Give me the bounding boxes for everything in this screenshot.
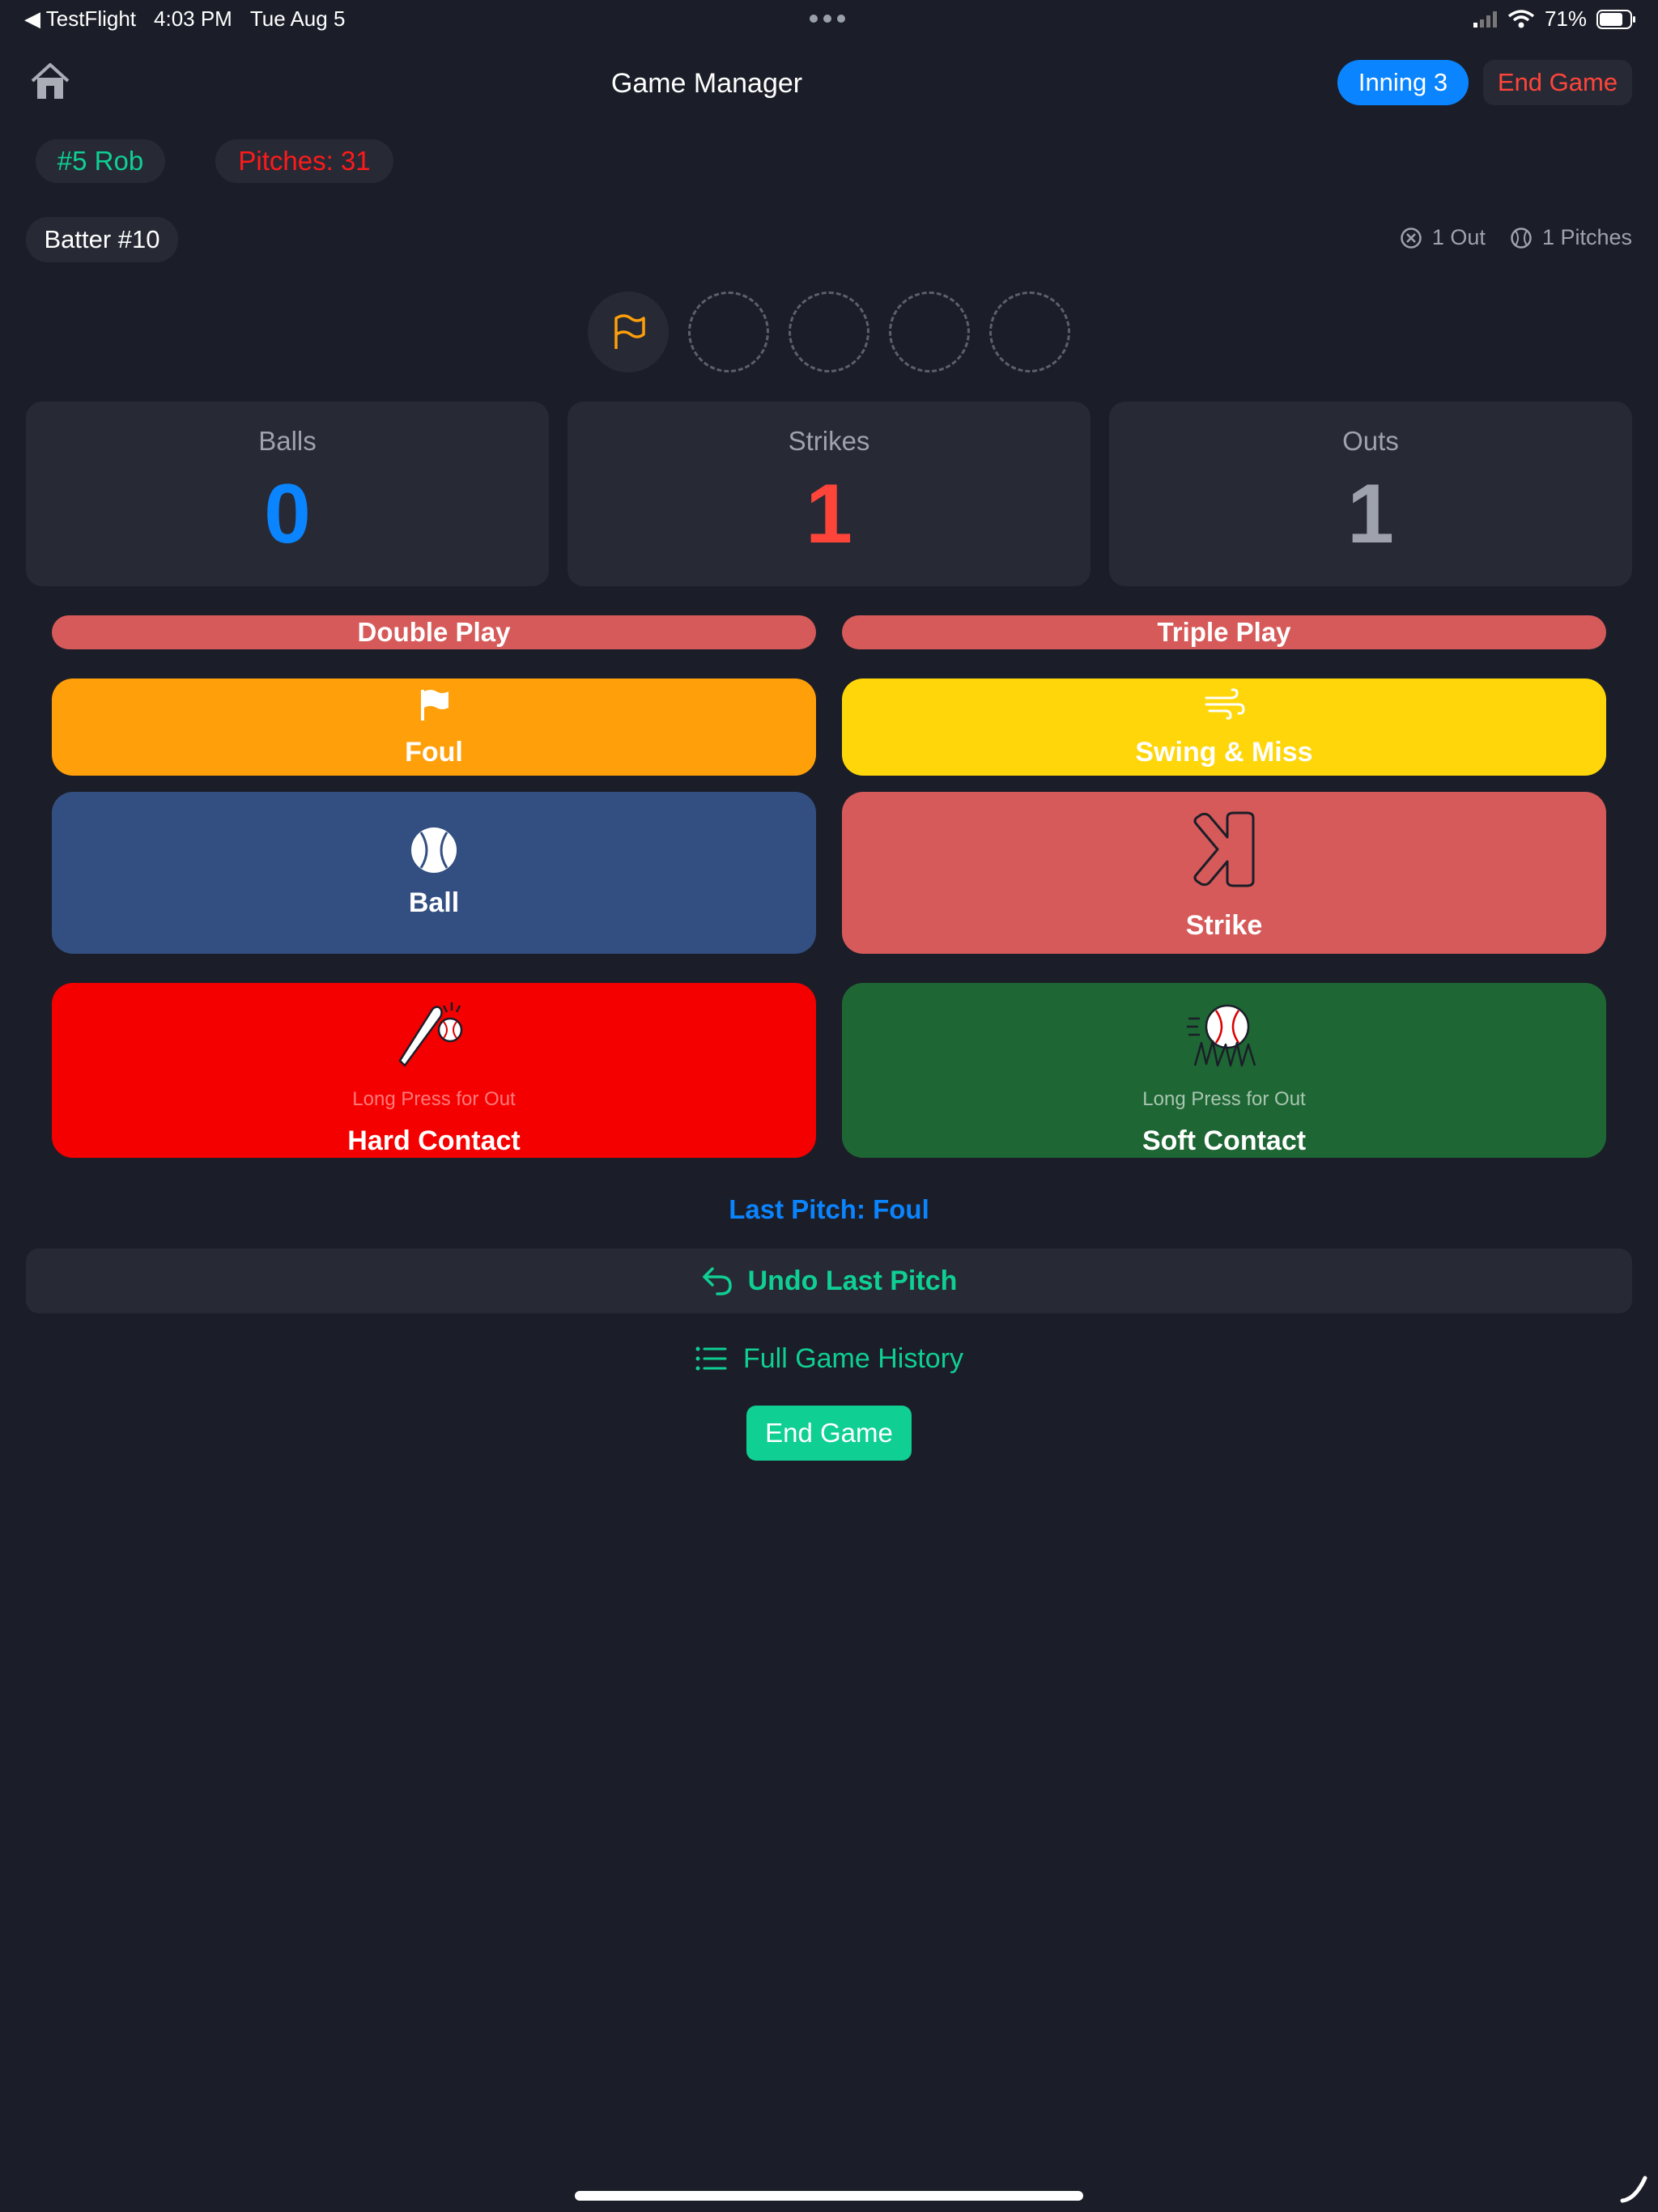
ball-button[interactable]: Ball	[52, 792, 816, 954]
swing-miss-button[interactable]: Swing & Miss	[842, 678, 1606, 776]
soft-contact-button[interactable]: Long Press for Out Soft Contact	[842, 983, 1606, 1158]
triple-play-label: Triple Play	[1157, 617, 1291, 647]
flag-icon	[614, 314, 645, 349]
balls-count: 0	[264, 467, 311, 561]
strikes-count: 1	[806, 467, 852, 561]
status-date: Tue Aug 5	[249, 6, 346, 31]
pitch-slot-1	[588, 291, 669, 372]
batter-pitches: 1 Pitches	[1541, 225, 1632, 249]
pitch-slot-5	[989, 291, 1070, 372]
history-label: Full Game History	[742, 1342, 964, 1374]
strikes-card: Strikes 1	[568, 402, 1090, 586]
swing-miss-label: Swing & Miss	[1135, 737, 1313, 768]
baseball-outline-icon	[1511, 227, 1532, 249]
end-game-button[interactable]: End Game	[746, 1406, 912, 1461]
wind-icon	[1205, 688, 1245, 720]
pitch-slot-4	[889, 291, 970, 372]
foul-button[interactable]: Foul	[52, 678, 816, 776]
balls-label: Balls	[258, 426, 317, 456]
back-to-testflight[interactable]: ◀ TestFlight	[24, 6, 136, 32]
balls-card: Balls 0	[26, 402, 549, 586]
page-title: Game Manager	[610, 67, 803, 99]
outs-count: 1	[1347, 467, 1394, 561]
end-game-header-button[interactable]: End Game	[1483, 60, 1632, 105]
hard-contact-label: Hard Contact	[347, 1125, 521, 1156]
inning-button[interactable]: Inning 3	[1337, 60, 1469, 105]
hard-contact-hint: Long Press for Out	[352, 1088, 516, 1110]
home-indicator	[575, 2191, 1083, 2201]
strike-label: Strike	[1185, 910, 1263, 941]
bat-and-ball-icon	[398, 1002, 463, 1067]
pitch-slot-3	[789, 291, 869, 372]
pitch-slot-2	[688, 291, 769, 372]
pitch-count-badge: Pitches: 31	[215, 139, 393, 183]
outs-card: Outs 1	[1109, 402, 1632, 586]
battery-icon	[1596, 9, 1635, 29]
batter-badge: Batter #10	[26, 217, 178, 262]
foul-label: Foul	[405, 737, 463, 768]
last-pitch-text: Last Pitch: Foul	[729, 1194, 929, 1224]
soft-contact-label: Soft Contact	[1141, 1125, 1307, 1156]
baseball-icon	[411, 827, 457, 873]
hard-contact-button[interactable]: Long Press for Out Hard Contact	[52, 983, 816, 1158]
double-play-button[interactable]: Double Play	[52, 615, 816, 649]
status-bar: ◀ TestFlight 4:03 PM Tue Aug 5 71%	[0, 0, 1658, 39]
batter-stats: 1 Out 1 Pitches	[1400, 225, 1632, 250]
strike-button[interactable]: Strike	[842, 792, 1606, 954]
double-play-label: Double Play	[357, 617, 511, 647]
triple-play-button[interactable]: Triple Play	[842, 615, 1606, 649]
strikes-label: Strikes	[788, 426, 870, 456]
status-time: 4:03 PM	[154, 6, 232, 31]
soft-contact-hint: Long Press for Out	[1142, 1088, 1306, 1110]
pencil-hover-icon	[1620, 2176, 1647, 2203]
flag-fill-icon	[421, 690, 449, 721]
outs-label: Outs	[1342, 426, 1399, 456]
list-icon	[695, 1346, 727, 1371]
full-game-history-button[interactable]: Full Game History	[0, 1338, 1658, 1380]
out-circle-x-icon	[1401, 227, 1422, 249]
ball-label: Ball	[408, 887, 460, 918]
wifi-icon	[1507, 9, 1535, 28]
batter-outs: 1 Out	[1431, 225, 1486, 249]
cellular-signal-icon	[1473, 11, 1497, 28]
battery-percent: 71%	[1544, 6, 1587, 31]
ball-in-grass-icon	[1187, 1004, 1256, 1067]
undo-arrow-icon	[702, 1267, 732, 1295]
undo-last-pitch-button[interactable]: Undo Last Pitch	[26, 1249, 1632, 1313]
backwards-k-icon	[1193, 811, 1255, 887]
multitasking-dots[interactable]	[810, 15, 845, 23]
pitcher-name-badge: #5 Rob	[36, 139, 165, 183]
undo-label: Undo Last Pitch	[747, 1265, 958, 1296]
